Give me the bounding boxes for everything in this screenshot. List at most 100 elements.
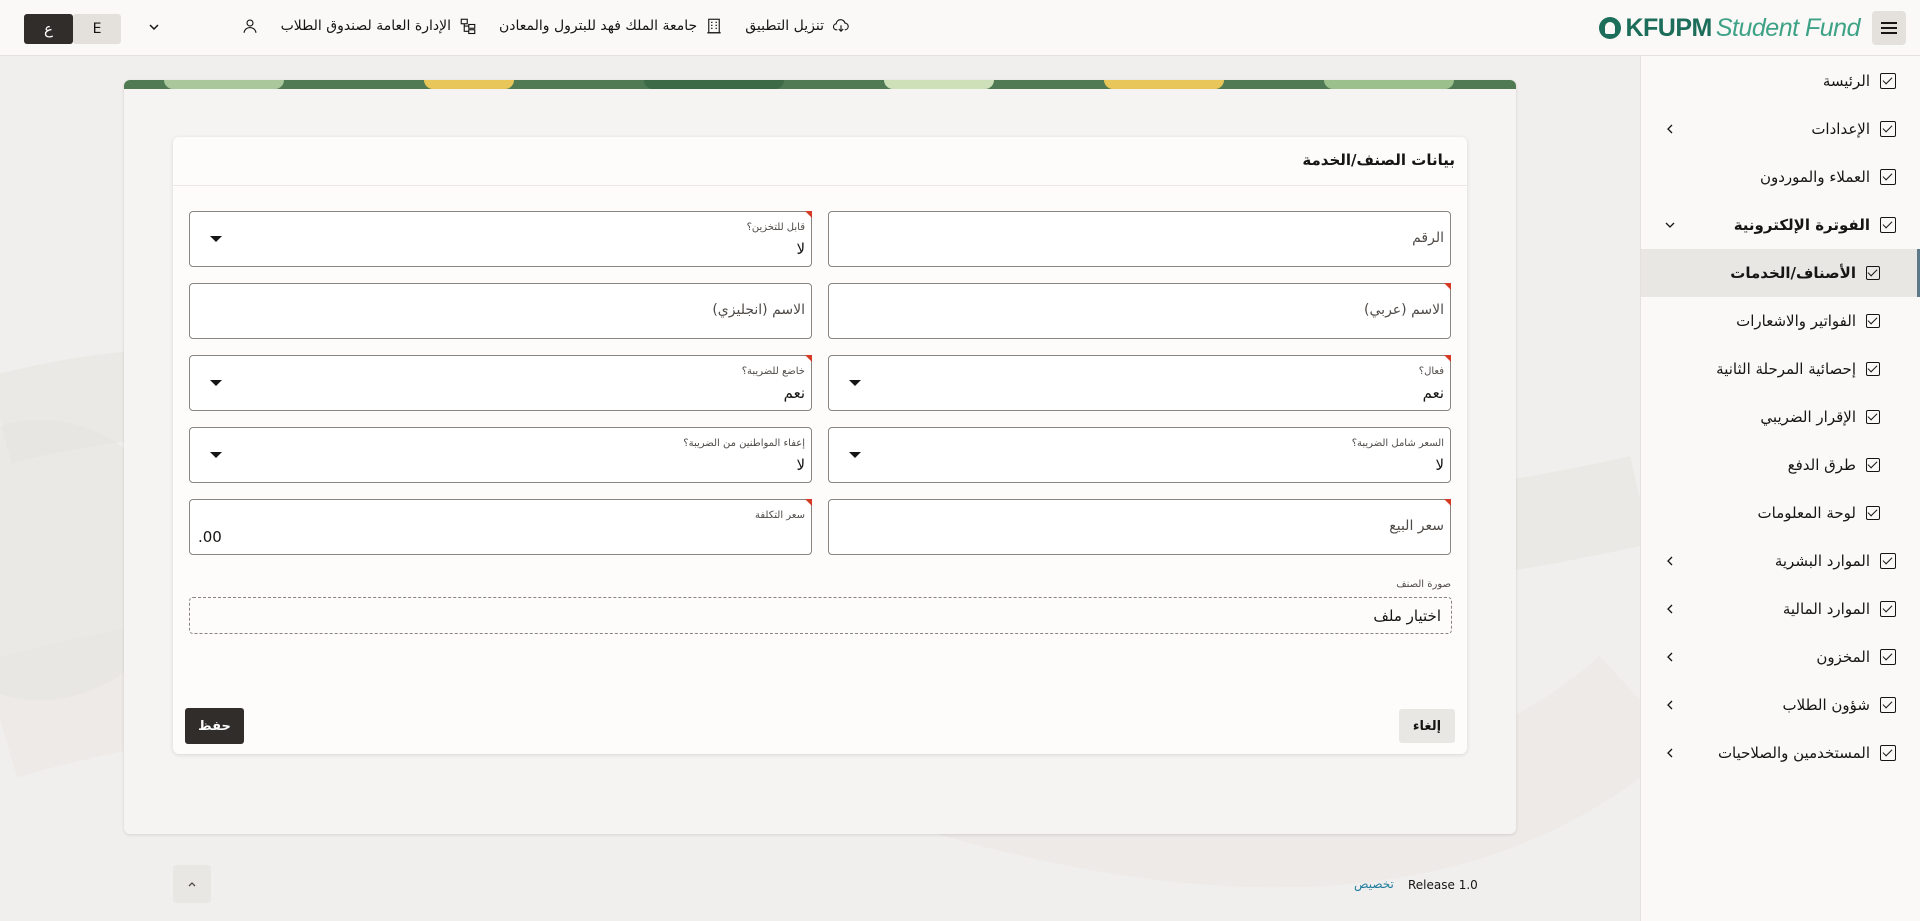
cost-price-input[interactable]: سعر التكلفة .00 [189, 499, 812, 555]
department-link[interactable]: الإدارة العامة لصندوق الطلاب [281, 17, 477, 35]
chevron-down-icon[interactable] [146, 19, 162, 35]
cancel-button[interactable]: إلغاء [1399, 709, 1455, 743]
sidebar-item-student-affairs[interactable]: شؤون الطلاب [1641, 681, 1920, 729]
number-input[interactable]: الرقم [828, 211, 1451, 267]
university-link[interactable]: جامعة الملك فهد للبترول والمعادن [499, 17, 723, 35]
name-english-input[interactable]: الاسم (انجليزي) [189, 283, 812, 339]
sidebar-item-label: العملاء والموردون [1759, 168, 1870, 186]
sidebar-item-label: المخزون [1816, 648, 1870, 666]
form-title: بيانات الصنف/الخدمة [1302, 151, 1455, 169]
sidebar-item-inventory[interactable]: المخزون [1641, 633, 1920, 681]
release-version: Release 1.0 [1408, 878, 1478, 892]
header-links: تنزيل التطبيق جامعة الملك فهد للبترول وا… [241, 17, 850, 35]
sidebar-item-label: الإقرار الضريبي [1760, 408, 1856, 426]
name-arabic-placeholder: الاسم (عربي) [1364, 302, 1444, 318]
sidebar-item-invoices-notices[interactable]: الفواتير والاشعارات [1641, 297, 1920, 345]
sidebar-item-tax-return[interactable]: الإقرار الضريبي [1641, 393, 1920, 441]
name-arabic-input[interactable]: الاسم (عربي) [828, 283, 1451, 339]
checkbox-icon [1880, 697, 1896, 713]
checkbox-icon [1866, 506, 1880, 520]
citizen-tax-exempt-label: إعفاء المواطنين من الضريبة؟ [683, 438, 805, 449]
taxable-label: خاضع للضريبة؟ [741, 366, 805, 377]
department-label: الإدارة العامة لصندوق الطلاب [280, 18, 451, 34]
sidebar-item-label: طرق الدفع [1787, 456, 1856, 474]
logo-text-light: Student Fund [1715, 13, 1861, 42]
chevron-left-icon [1667, 652, 1673, 662]
menu-toggle-button[interactable] [1872, 11, 1906, 45]
chevron-left-icon [1667, 556, 1673, 566]
lang-arabic-button[interactable]: ع [24, 14, 73, 44]
checkbox-icon [1880, 121, 1896, 137]
checkbox-icon [1880, 649, 1896, 665]
sidebar-item-customers-suppliers[interactable]: العملاء والموردون [1641, 153, 1920, 201]
checkbox-icon [1866, 266, 1880, 280]
building-icon [707, 18, 721, 34]
sidebar-item-label: الإعدادات [1811, 120, 1870, 138]
checkbox-icon [1866, 458, 1880, 472]
sidebar-item-dashboard[interactable]: لوحة المعلومات [1641, 489, 1920, 537]
university-label: جامعة الملك فهد للبترول والمعادن [498, 18, 698, 34]
back-to-top-button[interactable] [173, 865, 211, 903]
hamburger-icon [1881, 27, 1897, 29]
price-includes-tax-select[interactable]: السعر شامل الضريبة؟ لا [828, 427, 1451, 483]
price-includes-tax-label: السعر شامل الضريبة؟ [1351, 438, 1444, 449]
required-marker [1444, 283, 1451, 290]
item-image-file-picker[interactable]: اختيار ملف [189, 597, 1452, 634]
checkbox-icon [1866, 314, 1880, 328]
checkbox-icon [1880, 745, 1896, 761]
logo-mark-icon [1599, 17, 1622, 39]
chevron-down-icon [1665, 222, 1675, 228]
sidebar-item-label: إحصائية المرحلة الثانية [1716, 360, 1856, 378]
checkbox-icon [1880, 553, 1896, 569]
sidebar-item-home[interactable]: الرئيسة [1641, 57, 1920, 105]
sidebar-item-payment-methods[interactable]: طرق الدفع [1641, 441, 1920, 489]
citizen-tax-exempt-value: لا [796, 456, 805, 474]
citizen-tax-exempt-select[interactable]: إعفاء المواطنين من الضريبة؟ لا [189, 427, 812, 483]
price-includes-tax-value: لا [1435, 456, 1444, 474]
sidebar-item-finance[interactable]: الموارد المالية [1641, 585, 1920, 633]
active-select[interactable]: فعال؟ نعم [828, 355, 1451, 411]
download-app-link[interactable]: تنزيل التطبيق [745, 17, 850, 35]
customize-link[interactable]: تخصيص [1354, 877, 1394, 891]
sidebar-item-label: لوحة المعلومات [1757, 504, 1857, 522]
chevron-left-icon [1667, 700, 1673, 710]
dropdown-arrow-icon [210, 380, 222, 386]
user-profile-button[interactable] [241, 17, 259, 35]
sidebar-item-items-services[interactable]: الأصناف/الخدمات [1641, 249, 1920, 297]
sidebar-item-settings[interactable]: الإعدادات [1641, 105, 1920, 153]
org-chart-icon [460, 18, 476, 35]
checkbox-icon [1880, 169, 1896, 185]
sidebar-item-label: شؤون الطلاب [1782, 696, 1870, 714]
sidebar-item-label: الفواتير والاشعارات [1736, 312, 1856, 330]
choose-file-label: اختيار ملف [1373, 607, 1441, 625]
chevron-left-icon [1667, 124, 1673, 134]
checkbox-icon [1880, 73, 1896, 89]
sidebar-item-label: الموارد البشرية [1774, 552, 1870, 570]
dropdown-arrow-icon [849, 380, 861, 386]
sidebar-item-e-invoicing[interactable]: الفوترة الإلكترونية [1641, 201, 1920, 249]
sidebar-item-users-permissions[interactable]: المستخدمين والصلاحيات [1641, 729, 1920, 777]
required-marker [1444, 499, 1451, 506]
decorative-banner [124, 80, 1516, 89]
number-placeholder: الرقم [1412, 230, 1444, 246]
name-english-placeholder: الاسم (انجليزي) [712, 302, 805, 318]
chevron-up-icon [188, 882, 196, 887]
top-header: KFUPM Student Fund تنزيل التطبيق جامعة ا… [0, 0, 1920, 56]
cost-price-value: .00 [198, 528, 222, 546]
user-icon [243, 19, 257, 33]
checkbox-icon [1866, 362, 1880, 376]
sidebar-item-phase-two-stats[interactable]: إحصائية المرحلة الثانية [1641, 345, 1920, 393]
cost-price-label: سعر التكلفة [755, 510, 805, 521]
taxable-select[interactable]: خاضع للضريبة؟ نعم [189, 355, 812, 411]
save-button[interactable]: حفظ [185, 708, 244, 744]
app-logo[interactable]: KFUPM Student Fund [1599, 13, 1861, 42]
sale-price-input[interactable]: سعر البيع [828, 499, 1451, 555]
storable-select[interactable]: قابل للتخزين؟ لا [189, 211, 812, 267]
checkbox-icon [1880, 601, 1896, 617]
sidebar-item-hr[interactable]: الموارد البشرية [1641, 537, 1920, 585]
active-value: نعم [1422, 384, 1444, 402]
required-marker [805, 211, 812, 218]
lang-english-button[interactable]: E [73, 14, 121, 44]
chevron-left-icon [1667, 748, 1673, 758]
storable-value: لا [796, 240, 805, 258]
